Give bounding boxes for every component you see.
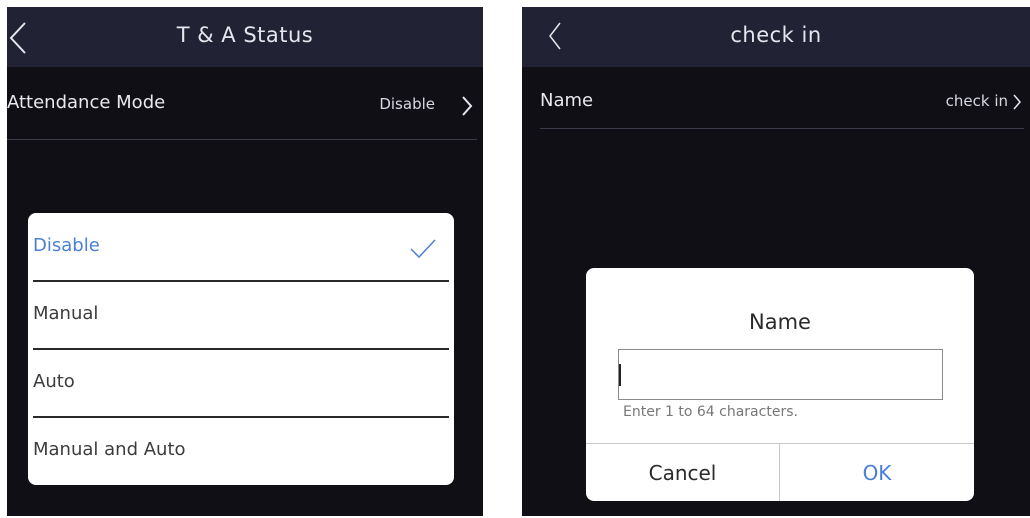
header-bar: check in bbox=[522, 7, 1030, 67]
name-dialog: Name Enter 1 to 64 characters. Cancel OK bbox=[586, 268, 974, 501]
attendance-mode-dropdown: Disable Manual Auto Manual and Auto bbox=[28, 213, 454, 485]
name-input[interactable] bbox=[618, 349, 943, 400]
option-auto[interactable]: Auto bbox=[28, 349, 454, 418]
dialog-button-bar: Cancel OK bbox=[586, 443, 974, 501]
cancel-button[interactable]: Cancel bbox=[586, 444, 780, 501]
check-in-screen: check in Name check in Name Enter 1 to 6… bbox=[522, 7, 1030, 516]
ok-button[interactable]: OK bbox=[780, 444, 974, 501]
option-disable[interactable]: Disable bbox=[28, 213, 454, 282]
name-label: Name bbox=[540, 90, 594, 111]
attendance-mode-value: Disable bbox=[379, 95, 435, 113]
text-caret bbox=[619, 364, 621, 386]
name-row[interactable]: Name check in bbox=[522, 67, 1030, 129]
divider bbox=[7, 139, 477, 140]
option-manual[interactable]: Manual bbox=[28, 281, 454, 350]
option-manual-and-auto[interactable]: Manual and Auto bbox=[28, 417, 454, 485]
divider bbox=[540, 128, 1024, 129]
page-title: T & A Status bbox=[176, 23, 314, 47]
chevron-right-icon bbox=[1013, 94, 1021, 110]
name-value: check in bbox=[945, 92, 1008, 110]
dialog-title: Name bbox=[749, 310, 811, 334]
attendance-mode-label: Attendance Mode bbox=[7, 92, 166, 113]
check-icon bbox=[410, 239, 436, 259]
chevron-right-icon bbox=[462, 96, 473, 116]
option-label: Manual bbox=[33, 303, 99, 324]
option-label: Manual and Auto bbox=[33, 439, 186, 460]
attendance-mode-row[interactable]: Attendance Mode Disable bbox=[7, 67, 483, 139]
ta-status-screen: T & A Status Attendance Mode Disable Dis… bbox=[7, 7, 483, 516]
page-title: check in bbox=[730, 23, 822, 47]
option-label: Disable bbox=[33, 235, 100, 256]
option-label: Auto bbox=[33, 371, 75, 392]
input-hint: Enter 1 to 64 characters. bbox=[623, 404, 798, 420]
header-bar: T & A Status bbox=[7, 7, 483, 67]
